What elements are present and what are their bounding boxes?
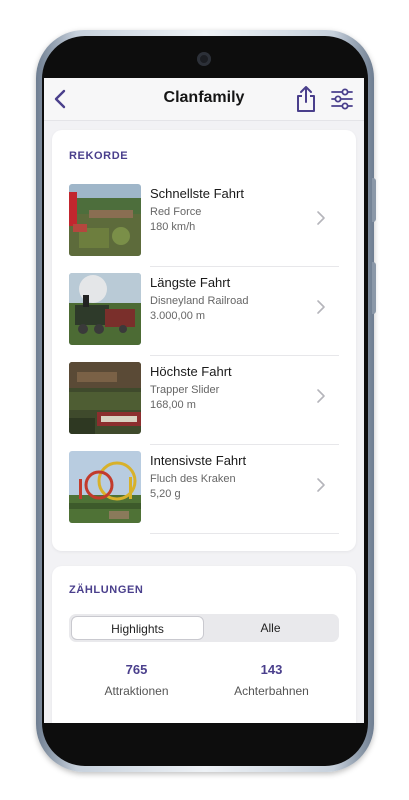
count-label: Achterbahnen [234,684,309,698]
power-button [372,262,376,314]
record-item-fastest[interactable]: Schnellste Fahrt Red Force 180 km/h [69,178,339,267]
count-label: Attraktionen [104,684,169,698]
count-value: 143 [260,662,283,677]
record-ride-name: Disneyland Railroad [150,295,249,307]
nav-header: Clanfamily [44,78,364,121]
record-ride-name: Trapper Slider [150,384,220,396]
record-ride-name: Fluch des Kraken [150,473,236,485]
counts-card: ZÄHLUNGEN Highlights Alle 765 Attraktion… [52,566,356,723]
volume-button [372,178,376,222]
record-value: 3.000,00 m [150,310,206,322]
record-ride-name: Red Force [150,206,202,218]
record-item-highest[interactable]: Höchste Fahrt Trapper Slider 168,00 m [69,356,339,445]
count-attractions: 765 Attraktionen [69,662,204,698]
app-screen: Clanfamily REKORDE Schnellste Fahrt Red … [44,78,364,723]
counts-segmented-control: Highlights Alle [69,614,339,642]
chevron-right-icon [317,300,325,314]
record-item-longest[interactable]: Längste Fahrt Disneyland Railroad 3.000,… [69,267,339,356]
record-thumbnail-fluch-des-kraken [69,451,141,523]
record-value: 5,20 g [150,488,181,500]
filter-button[interactable] [330,87,354,111]
record-title: Höchste Fahrt [150,364,232,379]
counts-section-title: ZÄHLUNGEN [69,584,144,596]
record-item-most-intense[interactable]: Intensivste Fahrt Fluch des Kraken 5,20 … [69,445,339,534]
front-camera [197,52,211,66]
record-thumbnail-trapper-slider [69,362,141,434]
count-value: 765 [125,662,148,677]
share-icon [297,86,315,112]
record-title: Schnellste Fahrt [150,186,244,201]
sliders-icon [331,88,353,110]
record-value: 180 km/h [150,221,196,233]
chevron-right-icon [317,211,325,225]
chevron-right-icon [317,478,325,492]
record-thumbnail-disneyland-railroad [69,273,141,345]
chevron-right-icon [317,389,325,403]
records-section-title: REKORDE [69,150,129,162]
tab-alle[interactable]: Alle [204,616,337,640]
record-title: Intensivste Fahrt [150,453,247,468]
tab-highlights[interactable]: Highlights [71,616,204,640]
record-thumbnail-red-force [69,184,141,256]
record-title: Längste Fahrt [150,275,231,290]
records-card: REKORDE Schnellste Fahrt Red Force 180 k… [52,130,356,551]
divider [150,533,339,534]
count-coasters: 143 Achterbahnen [204,662,339,698]
share-button[interactable] [295,85,317,113]
record-value: 168,00 m [150,399,196,411]
